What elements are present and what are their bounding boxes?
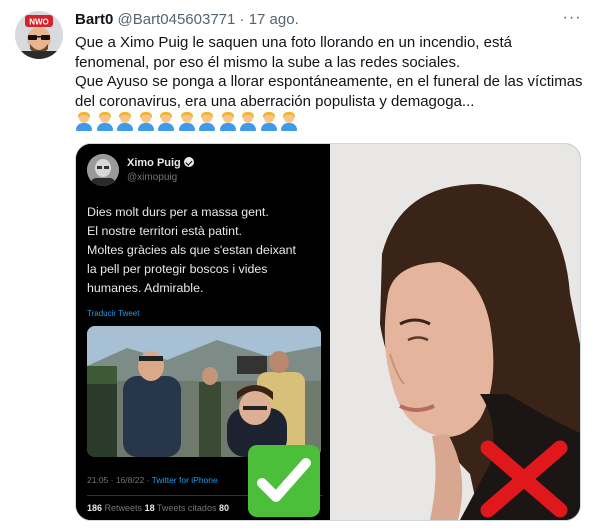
cross-mark-icon bbox=[478, 440, 570, 518]
author-avatar[interactable]: NWO bbox=[15, 11, 63, 59]
tweet-date[interactable]: 17 ago. bbox=[249, 11, 299, 28]
verified-badge-icon bbox=[183, 157, 194, 167]
embedded-text-line: la pell per protegir boscos i vides bbox=[87, 262, 268, 276]
tweet-text-line: fenomenal, por eso él mismo la sube a la… bbox=[75, 53, 461, 71]
tweet-text: Que a Ximo Puig le saquen una foto llora… bbox=[75, 33, 590, 112]
tweet-header: Bart0 @Bart045603771 · 17 ago. bbox=[75, 10, 561, 30]
retweets-label: Retweets bbox=[102, 503, 145, 513]
embedded-time-date: 21:05 · 16/8/22 · bbox=[87, 475, 152, 485]
separator-dot: · bbox=[239, 11, 245, 28]
tweet[interactable]: NWO Bart0 @Bart045603771 · 17 ago. ··· Q… bbox=[0, 0, 601, 531]
embedded-text-line: Dies molt durs per a massa gent. bbox=[87, 205, 269, 219]
embedded-photo bbox=[87, 326, 321, 457]
embedded-text-line: El nostre territori està patint. bbox=[87, 224, 242, 238]
embedded-text-line: humanes. Admirable. bbox=[87, 281, 204, 295]
embedded-avatar bbox=[87, 154, 119, 186]
emoji-row bbox=[75, 112, 298, 132]
embedded-tweet-screenshot[interactable]: Ximo Puig @ximopuig Dies molt durs per a… bbox=[76, 144, 327, 520]
embedded-author-handle: @ximopuig bbox=[127, 172, 178, 183]
embedded-author-name-text: Ximo Puig bbox=[127, 157, 181, 169]
check-mark-button-icon bbox=[248, 445, 320, 517]
tweet-text-line: del coronavirus, era una aberración popu… bbox=[75, 93, 475, 111]
quotes-label: Tweets citados bbox=[154, 503, 219, 513]
check-mark-icon bbox=[257, 458, 311, 502]
embedded-author-name: Ximo Puig bbox=[127, 157, 194, 169]
author-handle[interactable]: @Bart045603771 bbox=[118, 11, 236, 28]
embedded-avatar-image bbox=[87, 154, 119, 186]
embedded-client: Twitter for iPhone bbox=[151, 475, 218, 485]
quotes-count: 18 bbox=[144, 503, 155, 513]
author-name[interactable]: Bart0 bbox=[75, 11, 113, 28]
man-blond-hair-emoji-icon bbox=[178, 112, 196, 131]
man-blond-hair-emoji-icon bbox=[219, 112, 237, 131]
likes-count: 80 bbox=[218, 503, 229, 513]
avatar-image: NWO bbox=[15, 11, 63, 59]
translate-tweet-link: Traducir Tweet bbox=[87, 309, 140, 318]
embedded-photo-image bbox=[87, 326, 321, 457]
svg-text:NWO: NWO bbox=[29, 18, 49, 27]
tweet-text-line: Que Ayuso se ponga a llorar espontáneame… bbox=[75, 73, 583, 91]
embedded-tweet-meta: 21:05 · 16/8/22 · Twitter for iPhone bbox=[87, 475, 218, 485]
more-options-icon[interactable]: ··· bbox=[562, 10, 582, 29]
man-blond-hair-emoji-icon bbox=[157, 112, 175, 131]
cross-mark-shape bbox=[480, 440, 568, 518]
embedded-text-line: Moltes gràcies als que s'estan deixant bbox=[87, 243, 296, 257]
man-blond-hair-emoji-icon bbox=[96, 112, 114, 131]
man-blond-hair-emoji-icon bbox=[198, 112, 216, 131]
media-attachment[interactable]: Ximo Puig @ximopuig Dies molt durs per a… bbox=[75, 143, 581, 521]
man-blond-hair-emoji-icon bbox=[137, 112, 155, 131]
right-photo[interactable] bbox=[330, 144, 580, 520]
man-blond-hair-emoji-icon bbox=[280, 112, 298, 131]
embedded-tweet-text: Dies molt durs per a massa gent. El nost… bbox=[87, 203, 323, 298]
man-blond-hair-emoji-icon bbox=[116, 112, 134, 131]
embedded-tweet-stats: 186 Retweets 18 Tweets citados 80 bbox=[87, 503, 229, 513]
man-blond-hair-emoji-icon bbox=[239, 112, 257, 131]
man-blond-hair-emoji-icon bbox=[75, 112, 93, 131]
retweets-count: 186 bbox=[87, 503, 103, 513]
man-blond-hair-emoji-icon bbox=[260, 112, 278, 131]
tweet-text-line: Que a Ximo Puig le saquen una foto llora… bbox=[75, 34, 512, 51]
